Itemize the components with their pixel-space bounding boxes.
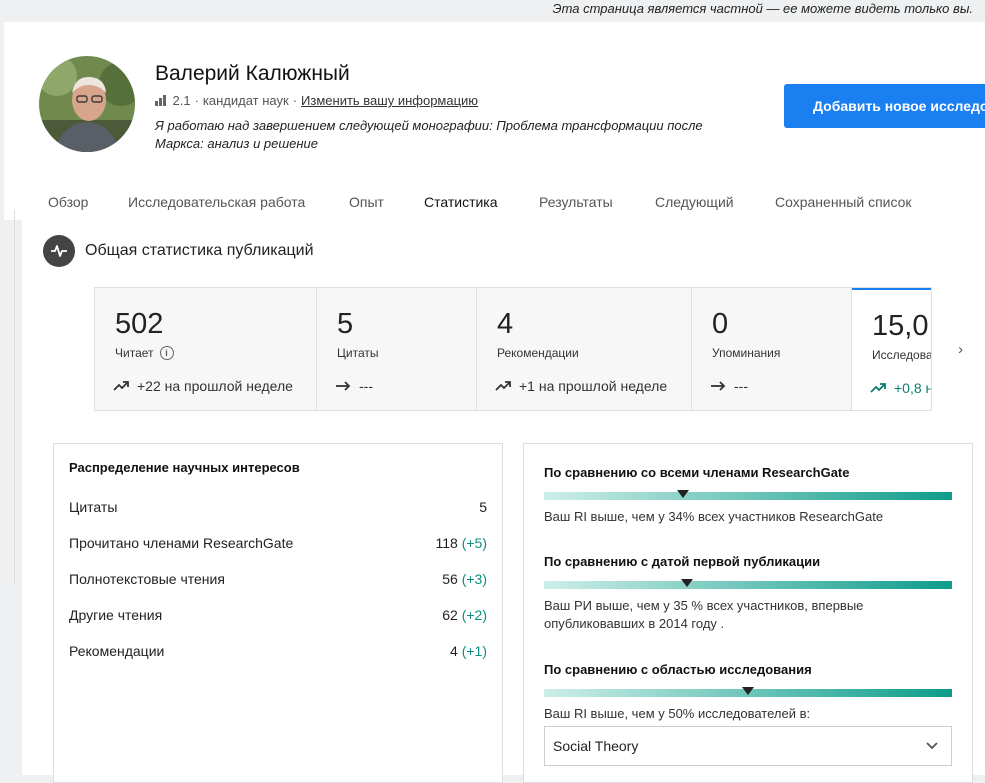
- pulse-icon: [43, 235, 75, 267]
- arrow-right-icon: [336, 381, 351, 391]
- percentile-bar: [544, 490, 952, 500]
- stat-value: 5: [337, 308, 354, 340]
- chevron-down-icon: [926, 742, 938, 750]
- stat-change: +0,8 н: [870, 380, 931, 396]
- stat-reads[interactable]: 502 Читает i +22 на прошлой неделе: [95, 288, 317, 410]
- comparison-field: По сравнению с областью исследования Ваш…: [544, 662, 954, 723]
- stat-label: Исследова: [872, 348, 932, 362]
- comparison-text: Ваш RI выше, чем у 34% всех участников R…: [544, 509, 884, 524]
- stat-label: Читает i: [115, 346, 174, 360]
- stats-row: 502 Читает i +22 на прошлой неделе 5 Цита…: [94, 287, 932, 411]
- bar-chart-icon: [155, 95, 166, 106]
- comparison-text: Ваш РИ выше, чем у 35 % всех участников,…: [544, 598, 864, 631]
- field-select-value: Social Theory: [553, 738, 639, 754]
- stat-label: Рекомендации: [497, 346, 579, 360]
- tab-research[interactable]: Исследовательская работа: [128, 194, 305, 210]
- stat-change: ---: [710, 378, 748, 394]
- trend-up-icon: [870, 383, 886, 393]
- stat-citations[interactable]: 5 Цитаты ---: [317, 288, 477, 410]
- arrow-right-icon: [711, 381, 726, 391]
- profile-meta: 2.1 · кандидат наук · Изменить вашу инфо…: [155, 93, 478, 108]
- comparison-title: По сравнению со всеми членами ResearchGa…: [544, 465, 850, 480]
- edit-info-link[interactable]: Изменить вашу информацию: [301, 93, 478, 108]
- profile-tabs: Обзор Исследовательская работа Опыт Стат…: [4, 187, 985, 220]
- stat-mentions[interactable]: 0 Упоминания ---: [692, 288, 852, 410]
- stat-label: Упоминания: [712, 346, 781, 360]
- stat-change: +22 на прошлой неделе: [113, 378, 293, 394]
- section-title: Общая статистика публикаций: [85, 242, 314, 259]
- info-icon[interactable]: i: [159, 346, 174, 360]
- meta-separator: ·: [194, 93, 199, 108]
- stat-recommendations[interactable]: 4 Рекомендации +1 на прошлой неделе: [477, 288, 692, 410]
- tab-results[interactable]: Результаты: [539, 194, 613, 210]
- interest-row: Полнотекстовые чтения 56 (+3): [69, 571, 487, 587]
- interests-title: Распределение научных интересов: [69, 460, 300, 475]
- stat-value: 15,0: [872, 310, 929, 342]
- percentile-marker: [676, 490, 689, 498]
- interest-row: Рекомендации 4 (+1): [69, 643, 487, 659]
- comparison-first-publication: По сравнению с датой первой публикации В…: [544, 554, 954, 633]
- interest-row: Другие чтения 62 (+2): [69, 607, 487, 623]
- tab-overview[interactable]: Обзор: [48, 194, 88, 210]
- comparison-title: По сравнению с датой первой публикации: [544, 554, 821, 569]
- comparison-title: По сравнению с областью исследования: [544, 662, 812, 677]
- rg-score: 2.1: [172, 93, 191, 108]
- stat-label: Цитаты: [337, 346, 379, 360]
- stat-value: 0: [712, 308, 729, 340]
- stat-change: +1 на прошлой неделе: [495, 378, 667, 394]
- degree: кандидат наук: [202, 93, 289, 108]
- percentile-bar: [544, 579, 952, 589]
- tab-following[interactable]: Следующий: [655, 194, 734, 210]
- percentile-bar: [544, 687, 952, 697]
- tab-experience[interactable]: Опыт: [349, 194, 384, 210]
- trend-up-icon: [113, 381, 129, 391]
- interest-row: Цитаты 5: [69, 499, 487, 515]
- percentile-marker: [742, 687, 754, 695]
- privacy-note: Эта страница является частной — ее может…: [552, 1, 973, 16]
- comparison-all-members: По сравнению со всеми членами ResearchGa…: [544, 465, 954, 526]
- stat-value: 4: [497, 308, 514, 340]
- tab-saved-list[interactable]: Сохраненный список: [775, 194, 912, 210]
- chevron-right-icon[interactable]: ›: [958, 341, 963, 358]
- profile-header: Валерий Калюжный 2.1 · кандидат наук · И…: [4, 22, 985, 187]
- percentile-marker: [680, 579, 693, 587]
- stat-research-interest[interactable]: 15,0 Исследова +0,8 н: [852, 288, 932, 410]
- trend-up-icon: [495, 381, 511, 391]
- comparison-text: Ваш RI выше, чем у 50% исследователей в:: [544, 706, 811, 721]
- stat-change: ---: [335, 378, 373, 394]
- interest-row: Прочитано членами ResearchGate 118 (+5): [69, 535, 487, 551]
- meta-separator: ·: [292, 93, 298, 108]
- profile-bio: Я работаю над завершением следующей моно…: [155, 118, 703, 151]
- field-select[interactable]: Social Theory: [544, 726, 952, 766]
- stat-value: 502: [115, 308, 164, 340]
- avatar[interactable]: [39, 56, 135, 152]
- add-research-button[interactable]: Добавить новое исследование: [784, 84, 985, 128]
- divider: [14, 210, 15, 585]
- tab-stats[interactable]: Статистика: [424, 194, 498, 210]
- comparison-card: По сравнению со всеми членами ResearchGa…: [523, 443, 973, 783]
- profile-name: Валерий Калюжный: [155, 62, 350, 85]
- interests-card: Распределение научных интересов Цитаты 5…: [53, 443, 503, 783]
